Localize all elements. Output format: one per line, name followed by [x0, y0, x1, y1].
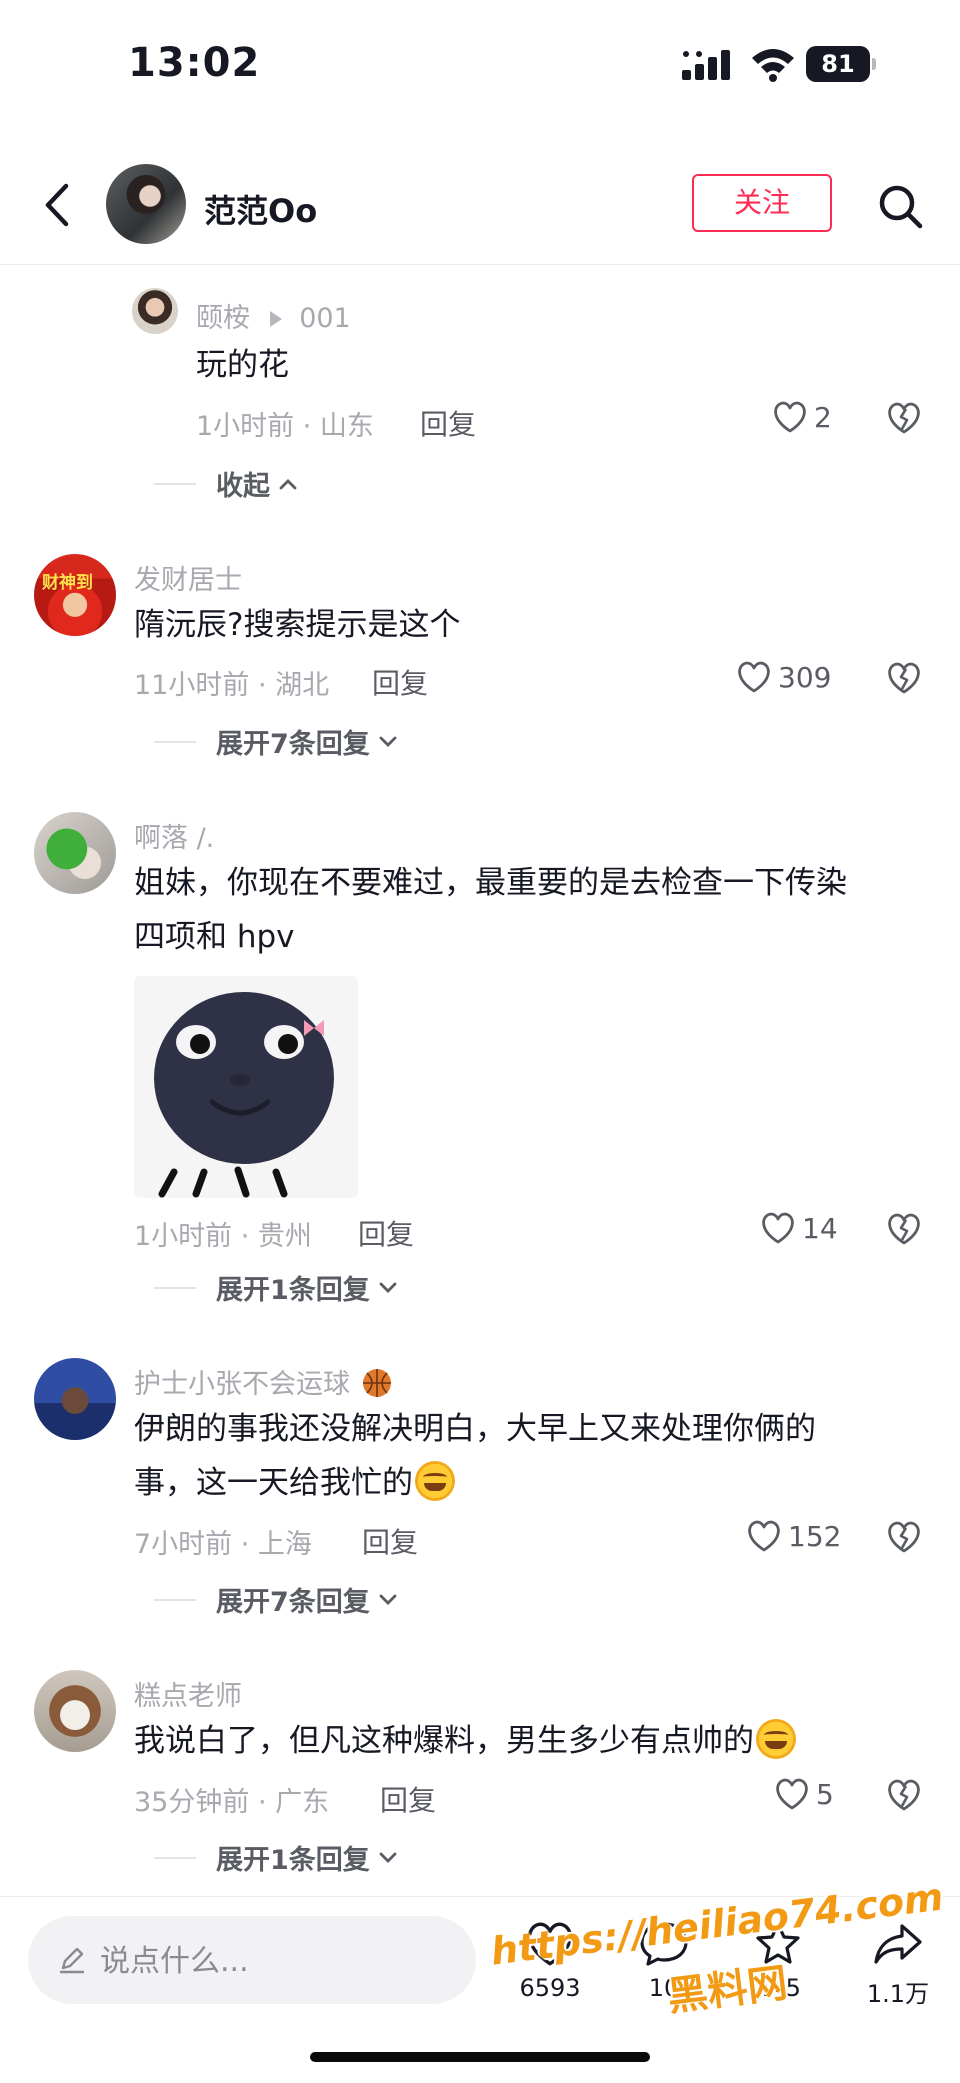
header-username[interactable]: 范范Oo — [204, 186, 317, 232]
chevron-down-icon — [379, 736, 397, 747]
like-button[interactable]: 309 — [736, 660, 831, 694]
avatar[interactable] — [34, 1670, 116, 1752]
grinning-sweat-emoji-icon — [415, 1461, 455, 1501]
header-divider — [0, 264, 960, 265]
comment-meta: 11小时前 · 湖北 — [134, 670, 330, 701]
like-total: 6593 — [519, 1974, 581, 2002]
like-button[interactable]: 5 — [774, 1777, 834, 1811]
comment-text: 隋沅辰?搜索提示是这个 — [134, 607, 461, 643]
wifi-icon — [752, 49, 794, 82]
collapse-replies-button[interactable]: 收起 — [154, 464, 298, 503]
expand-replies-button[interactable]: 展开1条回复 — [154, 1268, 398, 1307]
comment-action[interactable]: 10 — [614, 1920, 714, 2002]
back-icon[interactable] — [38, 180, 78, 230]
like-button[interactable]: 14 — [760, 1211, 838, 1245]
star-icon — [756, 1922, 800, 1964]
comment-meta: 7小时前 · 上海 — [134, 1529, 312, 1560]
avatar[interactable] — [34, 812, 116, 894]
chevron-down-icon — [379, 1852, 397, 1863]
avatar[interactable]: 财神到 — [34, 554, 116, 636]
like-count: 2 — [814, 400, 832, 434]
comment-username[interactable]: 糕点老师 — [134, 1674, 242, 1713]
comment-total: 10 — [648, 1974, 680, 2002]
favorite-total: 445 — [755, 1974, 801, 2002]
comment-meta: 1小时前 · 贵州 — [134, 1221, 312, 1252]
heart-icon — [738, 661, 770, 693]
comment-input[interactable] — [98, 1916, 462, 2006]
dislike-icon[interactable] — [886, 661, 922, 695]
like-count: 152 — [788, 1519, 842, 1553]
comment-input-box[interactable] — [28, 1916, 476, 2006]
comment-text-line: 事，这一天给我忙的 — [134, 1456, 455, 1510]
chevron-up-icon — [279, 478, 297, 489]
like-count: 309 — [778, 660, 832, 694]
share-arrow-icon — [874, 1924, 922, 1964]
dislike-icon[interactable] — [886, 1520, 922, 1554]
avatar[interactable] — [132, 288, 178, 334]
tears-of-joy-emoji-icon — [756, 1719, 796, 1759]
comment-meta: 1小时前 · 山东 — [196, 411, 374, 442]
expand-replies-button[interactable]: 展开7条回复 — [154, 1580, 398, 1619]
status-time: 13:02 — [128, 40, 261, 86]
comment-meta: 35分钟前 · 广东 — [134, 1787, 330, 1818]
dislike-icon[interactable] — [886, 401, 922, 435]
expand-replies-button[interactable]: 展开1条回复 — [154, 1838, 398, 1877]
dislike-icon[interactable] — [886, 1212, 922, 1246]
sticker-image[interactable] — [134, 976, 358, 1198]
like-count: 14 — [802, 1211, 838, 1245]
header-avatar[interactable] — [106, 164, 186, 244]
comment-text-line: 四项和 hpv — [134, 919, 295, 955]
avatar[interactable] — [34, 1358, 116, 1440]
heart-icon — [774, 401, 806, 433]
basketball-icon — [362, 1369, 391, 1397]
heart-icon — [762, 1212, 794, 1244]
comment-text: 玩的花 — [196, 347, 289, 383]
pencil-icon — [59, 1947, 85, 1974]
follow-button[interactable]: 关注 — [692, 174, 832, 232]
comment-username[interactable]: 护士小张不会运球 — [134, 1362, 393, 1401]
comment-text-line: 我说白了，但凡这种爆料，男生多少有点帅的 — [134, 1714, 796, 1768]
reply-button[interactable]: 回复 — [380, 1779, 436, 1819]
like-button[interactable]: 152 — [746, 1519, 841, 1553]
like-count: 5 — [816, 1777, 834, 1811]
comment-username[interactable]: 发财居士 — [134, 558, 242, 597]
comment-text-line: 伊朗的事我还没解决明白，大早上又来处理你俩的 — [134, 1411, 816, 1447]
share-total: 1.1万 — [866, 1980, 930, 2008]
like-button[interactable]: 2 — [772, 400, 832, 434]
reply-button[interactable]: 回复 — [362, 1521, 418, 1561]
search-icon[interactable] — [876, 182, 926, 232]
bottom-divider — [0, 1896, 960, 1897]
share-action[interactable]: 1.1万 — [848, 1920, 948, 2009]
comment-text-line: 姐妹，你现在不要难过，最重要的是去检查一下传染 — [134, 865, 847, 901]
dislike-icon[interactable] — [886, 1778, 922, 1812]
chevron-down-icon — [379, 1282, 397, 1293]
reply-button[interactable]: 回复 — [372, 662, 428, 702]
chevron-down-icon — [379, 1594, 397, 1605]
moon-face-sticker — [154, 992, 334, 1198]
reply-arrow-icon — [269, 311, 282, 327]
heart-icon — [748, 1520, 780, 1552]
heart-icon — [776, 1778, 808, 1810]
comment-bubble-icon — [640, 1922, 688, 1966]
home-indicator[interactable] — [310, 2052, 650, 2062]
battery-indicator: 81 — [806, 46, 876, 82]
cellular-signal-icon — [682, 50, 730, 80]
comment-username[interactable]: 颐桉 001 — [196, 296, 351, 335]
expand-replies-button[interactable]: 展开7条回复 — [154, 722, 398, 761]
battery-level: 81 — [806, 46, 870, 82]
like-action[interactable]: 6593 — [500, 1920, 600, 2002]
comment-username[interactable]: 啊落 /. — [134, 816, 214, 855]
heart-icon — [528, 1922, 572, 1966]
reply-button[interactable]: 回复 — [358, 1213, 414, 1253]
reply-button[interactable]: 回复 — [420, 403, 476, 443]
favorite-action[interactable]: 445 — [728, 1920, 828, 2002]
